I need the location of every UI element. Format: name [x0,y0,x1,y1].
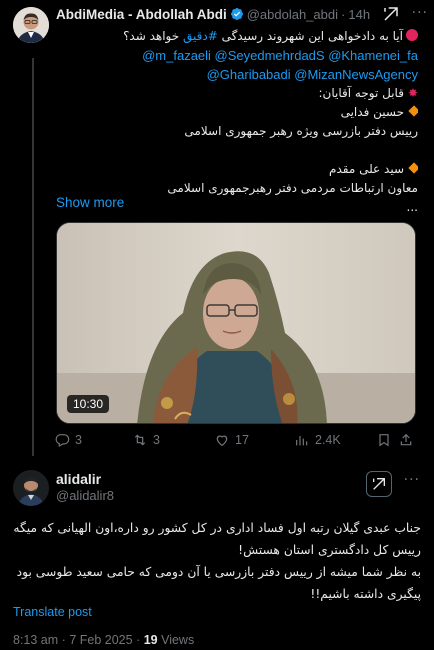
mentions-line-1[interactable]: @m_fazaeli @SeyedmehrdadS @Khamenei_fa [56,46,418,65]
separator-dot: · [61,633,66,647]
text-line-4: پیگیری داشته باشیم!! [310,587,421,601]
grok-icon[interactable] [382,5,400,23]
views-icon [296,436,308,446]
author-name[interactable]: AbdiMedia - Abdollah Abdi [56,7,227,22]
tweet-alidalir[interactable]: alidalir @alidalir8 ··· جناب عبدی گیلان … [0,462,434,650]
views-button[interactable]: 2.4K [294,432,376,448]
share-icon [400,433,412,446]
verified-badge-icon [230,7,244,21]
text-line-1: جناب عبدی گیلان رتبه اول فساد اداری در ک… [13,521,421,535]
tweet-abdimedia[interactable]: AbdiMedia - Abdollah Abdi @abdolah_abdi … [0,0,434,462]
video-duration-badge: 10:30 [67,395,110,413]
post-time[interactable]: 14h [348,7,370,22]
post-time[interactable]: 8:13 am [13,633,58,647]
translate-post-link[interactable]: Translate post [13,605,92,619]
more-icon[interactable]: ··· [404,472,420,488]
like-count: 17 [235,433,249,447]
avatar[interactable] [13,7,49,43]
tweet-header: AbdiMedia - Abdollah Abdi @abdolah_abdi … [56,5,428,23]
text-line-3: به نظر شما میشه از رییس دفتر بازرسی یا آ… [13,565,421,579]
post-date[interactable]: 7 Feb 2025 [69,633,132,647]
reply-count: 3 [75,433,82,447]
hashtag-link[interactable]: #دقیق [183,29,218,43]
separator-dot: · [341,6,346,22]
video-thumbnail [57,223,415,423]
repost-count: 3 [153,433,160,447]
separator-dot: · [136,633,141,647]
bookmark-icon [379,434,389,447]
red-circle-icon [406,29,418,41]
author-handle[interactable]: @alidalir8 [56,488,114,503]
reply-icon [55,434,70,448]
grok-button[interactable] [366,471,392,497]
show-more-link[interactable]: Show more [56,195,124,210]
post-meta: 8:13 am · 7 Feb 2025 · 19 Views [13,633,194,647]
diamond-icon [408,162,418,174]
text-line-2: رییس کل دادگستری استان هستش! [238,543,421,557]
more-icon[interactable]: ··· [412,5,428,21]
text-line-heading: ✸قابل توجه آقایان: [318,86,418,100]
like-button[interactable]: 17 [214,432,294,448]
author-handle[interactable]: @abdolah_abdi [247,7,338,22]
text-line-4: رییس دفتر بازرسی ویژه رهبر جمهوری اسلامی [184,124,418,138]
bookmark-button[interactable] [376,432,398,448]
sparkle-icon: ✸ [407,86,418,100]
diamond-icon [408,105,418,117]
text-line-bullet-2: سید علی مقدم [56,160,418,179]
tweet-text: آیا به دادخواهی این شهروند رسیدگی #دقیق … [56,27,418,217]
repost-button[interactable]: 3 [132,432,214,448]
views-label: Views [161,633,195,647]
video-player[interactable]: 10:30 [56,222,416,424]
like-icon [216,435,228,447]
tweet-text: جناب عبدی گیلان رتبه اول فساد اداری در ک… [13,517,421,605]
share-button[interactable] [398,432,416,448]
reply-button[interactable]: 3 [54,432,132,448]
repost-icon [134,434,146,446]
author-name[interactable]: alidalir [56,471,101,487]
views-count: 2.4K [315,433,341,447]
mentions-line-2[interactable]: @Gharibabadi @MizanNewsAgency [56,65,418,84]
avatar[interactable] [13,470,49,506]
view-count: 19 [143,633,158,647]
text-line-blank [56,141,418,160]
grok-icon [373,478,385,490]
text-line-question: آیا به دادخواهی این شهروند رسیدگی #دقیق … [56,27,418,46]
text-line-bullet-1: حسین فدایی [56,103,418,122]
action-bar: 3 3 17 2.4K [54,430,416,450]
